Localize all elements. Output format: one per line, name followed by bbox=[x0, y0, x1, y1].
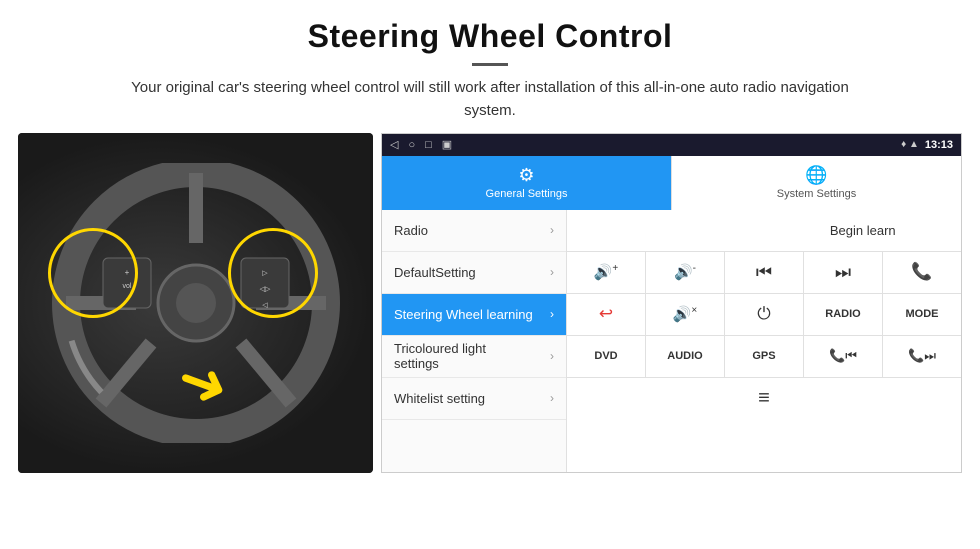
audio-label: AUDIO bbox=[667, 350, 702, 362]
menu-item-defaultsetting-label: DefaultSetting bbox=[394, 265, 476, 280]
car-image-area: + vol - ▷ ◁▷ ◁ ➜ bbox=[18, 133, 373, 473]
settings-gear-icon: ⚙ bbox=[518, 165, 534, 186]
chevron-icon-steering: › bbox=[550, 307, 554, 321]
mute-icon: 🔊× bbox=[673, 305, 698, 323]
right-panel: Begin learn 🔊+ 🔊- ⏮ ⏭ bbox=[567, 210, 961, 472]
radio-label: RADIO bbox=[825, 308, 860, 320]
yellow-circle-left bbox=[48, 228, 138, 318]
gps-button[interactable]: GPS bbox=[725, 336, 804, 377]
android-ui: ◁ ○ □ ▣ ♦ ▲ 13:13 ⚙ General Settings 🌐 S… bbox=[381, 133, 962, 473]
status-bar: ◁ ○ □ ▣ ♦ ▲ 13:13 bbox=[382, 134, 961, 156]
menu-item-tricoloured[interactable]: Tricoloured lightsettings › bbox=[382, 336, 566, 378]
page-header: Steering Wheel Control Your original car… bbox=[0, 0, 980, 133]
screenshot-icon[interactable]: ▣ bbox=[442, 138, 452, 151]
back-icon[interactable]: ◁ bbox=[390, 138, 398, 151]
tab-system-label: System Settings bbox=[777, 188, 856, 200]
mode-button[interactable]: MODE bbox=[883, 294, 961, 335]
left-menu: Radio › DefaultSetting › Steering Wheel … bbox=[382, 210, 567, 472]
begin-learn-button[interactable]: Begin learn bbox=[765, 223, 962, 238]
chevron-icon-default: › bbox=[550, 265, 554, 279]
control-row-3: ↩ 🔊× ⏻ RADIO MODE bbox=[567, 294, 961, 336]
menu-item-radio[interactable]: Radio › bbox=[382, 210, 566, 252]
next-icon: ⏭ bbox=[835, 262, 851, 283]
panel-area: Radio › DefaultSetting › Steering Wheel … bbox=[382, 210, 961, 472]
next-button[interactable]: ⏭ bbox=[804, 252, 883, 293]
menu-item-radio-label: Radio bbox=[394, 223, 428, 238]
control-row-2: 🔊+ 🔊- ⏮ ⏭ 📞 bbox=[567, 252, 961, 294]
phone-icon: 📞 bbox=[911, 262, 932, 282]
menu-list-icon: ≡ bbox=[758, 387, 770, 410]
vol-down-button[interactable]: 🔊- bbox=[646, 252, 725, 293]
menu-item-steering-label: Steering Wheel learning bbox=[394, 307, 533, 322]
control-row-5: ≡ bbox=[567, 378, 961, 420]
time-display: 13:13 bbox=[925, 139, 953, 151]
dvd-button[interactable]: DVD bbox=[567, 336, 646, 377]
page-subtitle: Your original car's steering wheel contr… bbox=[110, 76, 870, 123]
menu-item-whitelist[interactable]: Whitelist setting › bbox=[382, 378, 566, 420]
gps-label: GPS bbox=[752, 350, 775, 362]
hangup-button[interactable]: ↩ bbox=[567, 294, 646, 335]
menu-item-defaultsetting[interactable]: DefaultSetting › bbox=[382, 252, 566, 294]
tab-general[interactable]: ⚙ General Settings bbox=[382, 156, 671, 210]
mode-label: MODE bbox=[906, 308, 939, 320]
vol-down-icon: 🔊- bbox=[674, 263, 696, 281]
tab-general-label: General Settings bbox=[486, 188, 568, 200]
prev-button[interactable]: ⏮ bbox=[725, 252, 804, 293]
audio-button[interactable]: AUDIO bbox=[646, 336, 725, 377]
mute-button[interactable]: 🔊× bbox=[646, 294, 725, 335]
control-row-4: DVD AUDIO GPS 📞⏮ 📞⏭ bbox=[567, 336, 961, 378]
menu-list-button[interactable]: ≡ bbox=[567, 378, 961, 420]
control-row-1: Begin learn bbox=[567, 210, 961, 252]
home-icon[interactable]: ○ bbox=[408, 139, 415, 151]
power-button[interactable]: ⏻ bbox=[725, 294, 804, 335]
power-icon: ⏻ bbox=[757, 304, 770, 324]
chevron-icon-whitelist: › bbox=[550, 391, 554, 405]
chevron-icon-tricoloured: › bbox=[550, 349, 554, 363]
phone-button[interactable]: 📞 bbox=[883, 252, 961, 293]
status-bar-right: ♦ ▲ 13:13 bbox=[901, 139, 953, 151]
phone-prev-button[interactable]: 📞⏮ bbox=[804, 336, 883, 377]
vol-up-button[interactable]: 🔊+ bbox=[567, 252, 646, 293]
phone-next-button[interactable]: 📞⏭ bbox=[883, 336, 961, 377]
phone-prev-icon: 📞⏮ bbox=[829, 348, 857, 364]
steering-wheel-bg: + vol - ▷ ◁▷ ◁ ➜ bbox=[18, 133, 373, 473]
tab-system[interactable]: 🌐 System Settings bbox=[671, 156, 961, 210]
vol-up-icon: 🔊+ bbox=[594, 263, 619, 281]
title-divider bbox=[472, 63, 508, 66]
recents-icon[interactable]: □ bbox=[425, 139, 432, 151]
phone-next-icon: 📞⏭ bbox=[908, 348, 936, 364]
hangup-icon: ↩ bbox=[599, 304, 613, 324]
menu-item-steering[interactable]: Steering Wheel learning › bbox=[382, 294, 566, 336]
chevron-icon-radio: › bbox=[550, 223, 554, 237]
dvd-label: DVD bbox=[594, 350, 617, 362]
globe-icon: 🌐 bbox=[805, 165, 827, 186]
menu-item-whitelist-label: Whitelist setting bbox=[394, 391, 485, 406]
radio-button[interactable]: RADIO bbox=[804, 294, 883, 335]
status-bar-left: ◁ ○ □ ▣ bbox=[390, 138, 452, 151]
main-content: + vol - ▷ ◁▷ ◁ ➜ ◁ ○ □ ▣ bbox=[18, 133, 962, 493]
yellow-circle-right bbox=[228, 228, 318, 318]
page-title: Steering Wheel Control bbox=[40, 18, 940, 55]
tab-bar: ⚙ General Settings 🌐 System Settings bbox=[382, 156, 961, 210]
prev-icon: ⏮ bbox=[756, 262, 772, 283]
menu-item-tricoloured-label: Tricoloured lightsettings bbox=[394, 341, 486, 371]
signal-icon: ♦ ▲ bbox=[901, 139, 919, 150]
